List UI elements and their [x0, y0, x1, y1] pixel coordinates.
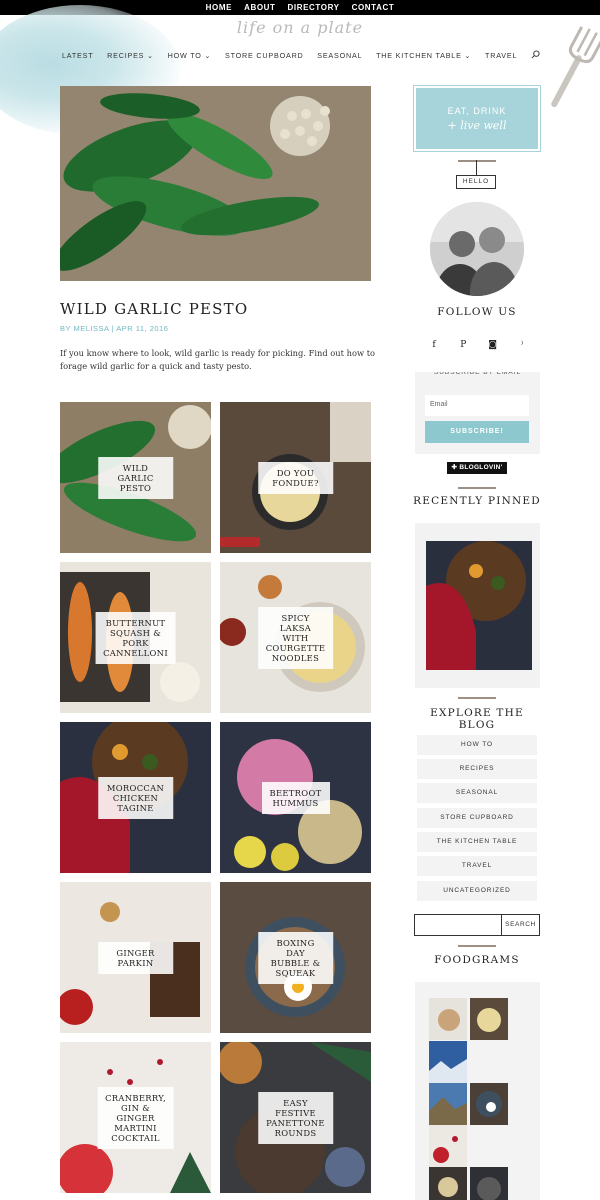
tile-caption: DO YOU FONDUE? [257, 461, 334, 494]
post-excerpt: If you know where to look, wild garlic i… [60, 348, 376, 371]
nav-travel[interactable]: TRAVEL [485, 51, 517, 60]
hello-tag: HELLO [456, 175, 496, 189]
category-uncategorized[interactable]: UNCATEGORIZED [417, 881, 537, 901]
tile-caption: CRANBERRY, GIN & GINGER MARTINI COCKTAIL [97, 1086, 174, 1149]
pinterest-icon[interactable]: P [457, 340, 469, 350]
site-logo[interactable]: life on a plate [0, 18, 600, 37]
recently-pinned-title: RECENTLY PINNED [413, 495, 541, 507]
tile-caption: BOXING DAY BUBBLE & SQUEAK [257, 931, 334, 984]
tile-caption: SPICY LAKSA WITH COURGETTE NOODLES [257, 606, 334, 669]
hello-string [476, 160, 477, 176]
main-nav: LATEST RECIPES ⌄ HOW TO ⌄ STORE CUPBOARD… [62, 50, 540, 61]
post-title[interactable]: WILD GARLIC PESTO [60, 300, 248, 318]
pinned-image[interactable] [426, 541, 532, 670]
featured-image[interactable] [60, 86, 371, 281]
divider [458, 487, 496, 489]
foodgram-image[interactable] [429, 998, 467, 1040]
tile-caption: EASY FESTIVE PANETTONE ROUNDS [257, 1091, 334, 1144]
post-meta: BY MELISSA | APR 11, 2016 [60, 324, 169, 333]
recipe-tile[interactable]: DO YOU FONDUE? [220, 402, 371, 553]
follow-us-title: FOLLOW US [437, 306, 517, 318]
recipe-tile[interactable]: EASY FESTIVE PANETTONE ROUNDS [220, 1042, 371, 1193]
foodgram-image[interactable] [429, 1167, 467, 1200]
recipe-tile[interactable]: CRANBERRY, GIN & GINGER MARTINI COCKTAIL [60, 1042, 211, 1193]
divider [458, 160, 496, 162]
recipe-tile[interactable]: SPICY LAKSA WITH COURGETTE NOODLES [220, 562, 371, 713]
divider [458, 945, 496, 947]
topnav-contact[interactable]: CONTACT [352, 3, 395, 12]
explore-title: EXPLORE THE BLOG [430, 707, 524, 731]
divider [458, 697, 496, 699]
subscribe-title: SUBSCRIBE BY EMAIL [433, 372, 522, 376]
recipe-tile[interactable]: WILD GARLIC PESTO [60, 402, 211, 553]
recipe-tile[interactable]: GINGER PARKIN [60, 882, 211, 1033]
banner-line2: + live well [447, 119, 507, 132]
recipe-tile[interactable]: BEETROOT HUMMUS [220, 722, 371, 873]
topnav-about[interactable]: ABOUT [244, 3, 275, 12]
nav-kitchen-table[interactable]: THE KITCHEN TABLE ⌄ [376, 51, 471, 60]
category-seasonal[interactable]: SEASONAL [417, 783, 537, 803]
tile-caption: MOROCCAN CHICKEN TAGINE [97, 776, 174, 819]
nav-store-cupboard[interactable]: STORE CUPBOARD [225, 51, 304, 60]
banner-line1: EAT, DRINK [447, 106, 507, 116]
social-links: f P ◙ ⁾ [428, 340, 528, 350]
category-recipes[interactable]: RECIPES [417, 759, 537, 779]
tile-caption: WILD GARLIC PESTO [97, 456, 174, 499]
tile-caption: BUTTERNUT SQUASH & PORK CANNELLONI [95, 611, 176, 664]
email-field[interactable]: Email [425, 395, 529, 416]
nav-recipes[interactable]: RECIPES ⌄ [107, 51, 154, 60]
foodgram-image[interactable] [470, 998, 508, 1040]
search-input[interactable] [414, 914, 502, 936]
category-kitchen-table[interactable]: THE KITCHEN TABLE [417, 832, 537, 852]
search-button[interactable]: SEARCH [502, 914, 540, 936]
recipe-tile[interactable]: BOXING DAY BUBBLE & SQUEAK [220, 882, 371, 1033]
rss-icon[interactable]: ⁾ [516, 340, 528, 350]
fork-icon [551, 26, 600, 108]
bloglovin-button[interactable]: ✚ BLOGLOVIN' [447, 462, 507, 474]
nav-latest[interactable]: LATEST [62, 51, 93, 60]
tile-caption: BEETROOT HUMMUS [261, 781, 330, 814]
instagram-icon[interactable]: ◙ [487, 340, 499, 350]
category-store-cupboard[interactable]: STORE CUPBOARD [417, 808, 537, 828]
author-portrait [430, 202, 524, 296]
nav-seasonal[interactable]: SEASONAL [317, 51, 362, 60]
subscribe-button[interactable]: SUBSCRIBE! [425, 421, 529, 443]
foodgram-image[interactable] [470, 1167, 508, 1200]
category-travel[interactable]: TRAVEL [417, 856, 537, 876]
foodgrams-title: FOODGRAMS [434, 954, 520, 966]
category-how-to[interactable]: HOW TO [417, 735, 537, 755]
foodgram-image[interactable] [429, 1083, 467, 1125]
foodgram-image[interactable] [470, 1083, 508, 1125]
recipe-tile[interactable]: MOROCCAN CHICKEN TAGINE [60, 722, 211, 873]
foodgram-image[interactable] [429, 1041, 467, 1083]
tile-caption: GINGER PARKIN [97, 941, 174, 974]
search-icon[interactable] [531, 50, 540, 61]
topnav-home[interactable]: HOME [206, 3, 232, 12]
facebook-icon[interactable]: f [428, 340, 440, 350]
topnav-directory[interactable]: DIRECTORY [288, 3, 340, 12]
eat-drink-banner[interactable]: EAT, DRINK + live well [413, 85, 541, 152]
recipe-tile[interactable]: BUTTERNUT SQUASH & PORK CANNELLONI [60, 562, 211, 713]
nav-how-to[interactable]: HOW TO ⌄ [168, 51, 212, 60]
foodgram-image[interactable] [429, 1125, 467, 1167]
